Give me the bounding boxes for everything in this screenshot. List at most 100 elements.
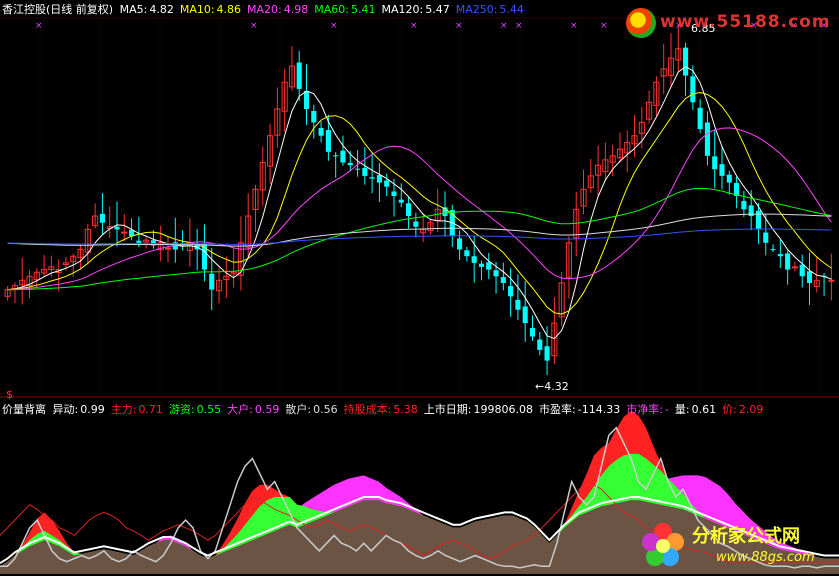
candle-body-down	[493, 270, 499, 277]
site-logo-icon	[626, 8, 656, 38]
indicator-item-label: 价:	[722, 403, 737, 416]
candle-body-down	[799, 264, 805, 277]
indicator-legend: 异动: 0.99 主力: 0.71 游资: 0.55 大户: 0.59 散户: 0.56 持股成本:…	[53, 403, 770, 416]
ma-line-ma5	[7, 66, 832, 340]
indicator-item-1: 主力: 0.71	[111, 403, 166, 416]
top-marker: ×	[250, 21, 258, 31]
candle-body-down	[296, 62, 302, 89]
top-watermark: www.55188.com	[626, 8, 836, 38]
candle-body-down	[347, 162, 353, 166]
candle-body-down	[354, 168, 361, 170]
ma-legend-item-value: 4.98	[283, 3, 309, 16]
ma-legend: MA5: 4.82 MA10: 4.86 MA20: 4.98 MA60: 5.41 MA120…	[120, 3, 530, 16]
candle-body-down	[486, 262, 492, 270]
indicator-item-label: 量:	[674, 403, 690, 416]
candle-body-down	[333, 155, 339, 157]
ma-legend-item-0: MA5: 4.82	[120, 3, 177, 16]
indicator-item-value: 5.38	[393, 403, 418, 416]
indicator-item-value: 2.09	[738, 403, 764, 416]
dollar-marker: $	[6, 388, 13, 401]
ma-legend-item-1: MA10: 4.86	[180, 3, 244, 16]
candle-body-down	[114, 226, 120, 230]
indicator-item-value: 0.56	[313, 403, 338, 416]
candle-body-down	[398, 199, 404, 203]
candle-body-down	[303, 90, 310, 109]
candle-body-down	[515, 299, 521, 310]
indicator-item-label: 市盈率:	[539, 403, 576, 416]
indicator-item-0: 异动: 0.99	[53, 403, 108, 416]
candle-body-down	[522, 306, 528, 324]
candle-body-down	[384, 180, 390, 187]
indicator-item-label: 异动:	[52, 403, 79, 416]
candle-body-down	[99, 213, 105, 223]
top-watermark-url: www.55188.com	[660, 12, 831, 32]
top-marker: ×	[35, 21, 43, 31]
candle-body-up	[828, 279, 835, 282]
ma-legend-item-value: 5.47	[425, 3, 450, 16]
indicator-item-value: -114.33	[577, 403, 621, 416]
indicator-item-value: 0.61	[691, 403, 717, 416]
candle-body-down	[697, 107, 703, 130]
top-marker: ×	[570, 21, 578, 31]
candle-body-down	[340, 150, 346, 163]
top-marker: ×	[515, 21, 523, 31]
indicator-item-3: 大户: 0.59	[227, 403, 282, 416]
candle-body-down	[755, 210, 762, 230]
ma-legend-item-label: MA250:	[455, 3, 498, 16]
candle-body-down	[136, 240, 142, 243]
indicator-item-label: 市净率:	[626, 403, 663, 416]
top-marker: ×	[455, 21, 463, 31]
indicator-item-label: 持股成本:	[343, 403, 392, 416]
indicator-item-5: 持股成本: 5.38	[344, 403, 421, 416]
stock-chart-screen: ××××××××××××× 香江控股(日线 前复权) MA5:4.82MA10:…	[0, 0, 839, 576]
top-marker: ×	[500, 21, 508, 31]
indicator-item-value: 0.55	[196, 403, 222, 416]
ma-legend-item-2: MA20: 4.98	[247, 3, 311, 16]
indicator-item-label: 上市日期:	[423, 403, 472, 416]
indicator-item-8: 市净率: -	[626, 403, 672, 416]
candle-body-down	[500, 277, 506, 283]
stock-title: 香江控股(日线 前复权)	[2, 3, 114, 16]
ma-legend-item-3: MA60: 5.41	[314, 3, 378, 16]
candle-body-down	[726, 174, 732, 183]
flower-logo-icon	[642, 523, 684, 566]
indicator-item-value: 0.59	[254, 403, 280, 416]
indicator-name: 价量背离	[2, 403, 46, 416]
candle-body-down	[318, 127, 324, 136]
candle-body-up	[121, 231, 128, 234]
ma-legend-item-label: MA5:	[119, 3, 148, 16]
candle-body-down	[806, 271, 813, 283]
candle-body-down	[777, 254, 783, 257]
candle-body-down	[719, 164, 725, 176]
candle-body-down	[544, 346, 550, 361]
top-marker: ×	[410, 21, 418, 31]
candle-body-down	[471, 256, 477, 263]
top-marker: ×	[600, 21, 608, 31]
ma-legend-item-value: 4.86	[216, 3, 242, 16]
candle-body-down	[537, 339, 543, 350]
ma-legend-item-4: MA120: 5.47	[381, 3, 452, 16]
candle-body-down	[391, 191, 397, 196]
indicator-item-value: -	[664, 403, 669, 416]
indicator-item-label: 主力:	[110, 403, 137, 416]
bottom-watermark-url: www.88gs.com	[716, 550, 815, 565]
indicator-item-value: 199806.08	[473, 403, 534, 416]
indicator-item-2: 游资: 0.55	[169, 403, 224, 416]
candle-body-up	[791, 266, 798, 269]
candle-body-down	[785, 253, 791, 270]
candle-body-down	[741, 200, 747, 210]
indicator-item-value: 0.99	[80, 403, 105, 416]
indicator-item-6: 上市日期: 199806.08	[424, 403, 536, 416]
indicator-item-7: 市盈率: -114.33	[539, 403, 623, 416]
ma-legend-item-label: MA10:	[179, 3, 215, 16]
ma-legend-item-label: MA60:	[314, 3, 349, 16]
candle-body-down	[376, 175, 382, 183]
top-marker: ×	[330, 21, 338, 31]
ma-legend-item-value: 5.44	[499, 3, 524, 16]
candle-body-down	[712, 156, 718, 170]
candle-body-down	[478, 263, 485, 267]
chart-canvas[interactable]: ×××××××××××××	[0, 0, 839, 576]
candle-body-down	[508, 286, 514, 297]
candle-body-down	[362, 167, 368, 176]
candle-body-down	[464, 250, 470, 257]
